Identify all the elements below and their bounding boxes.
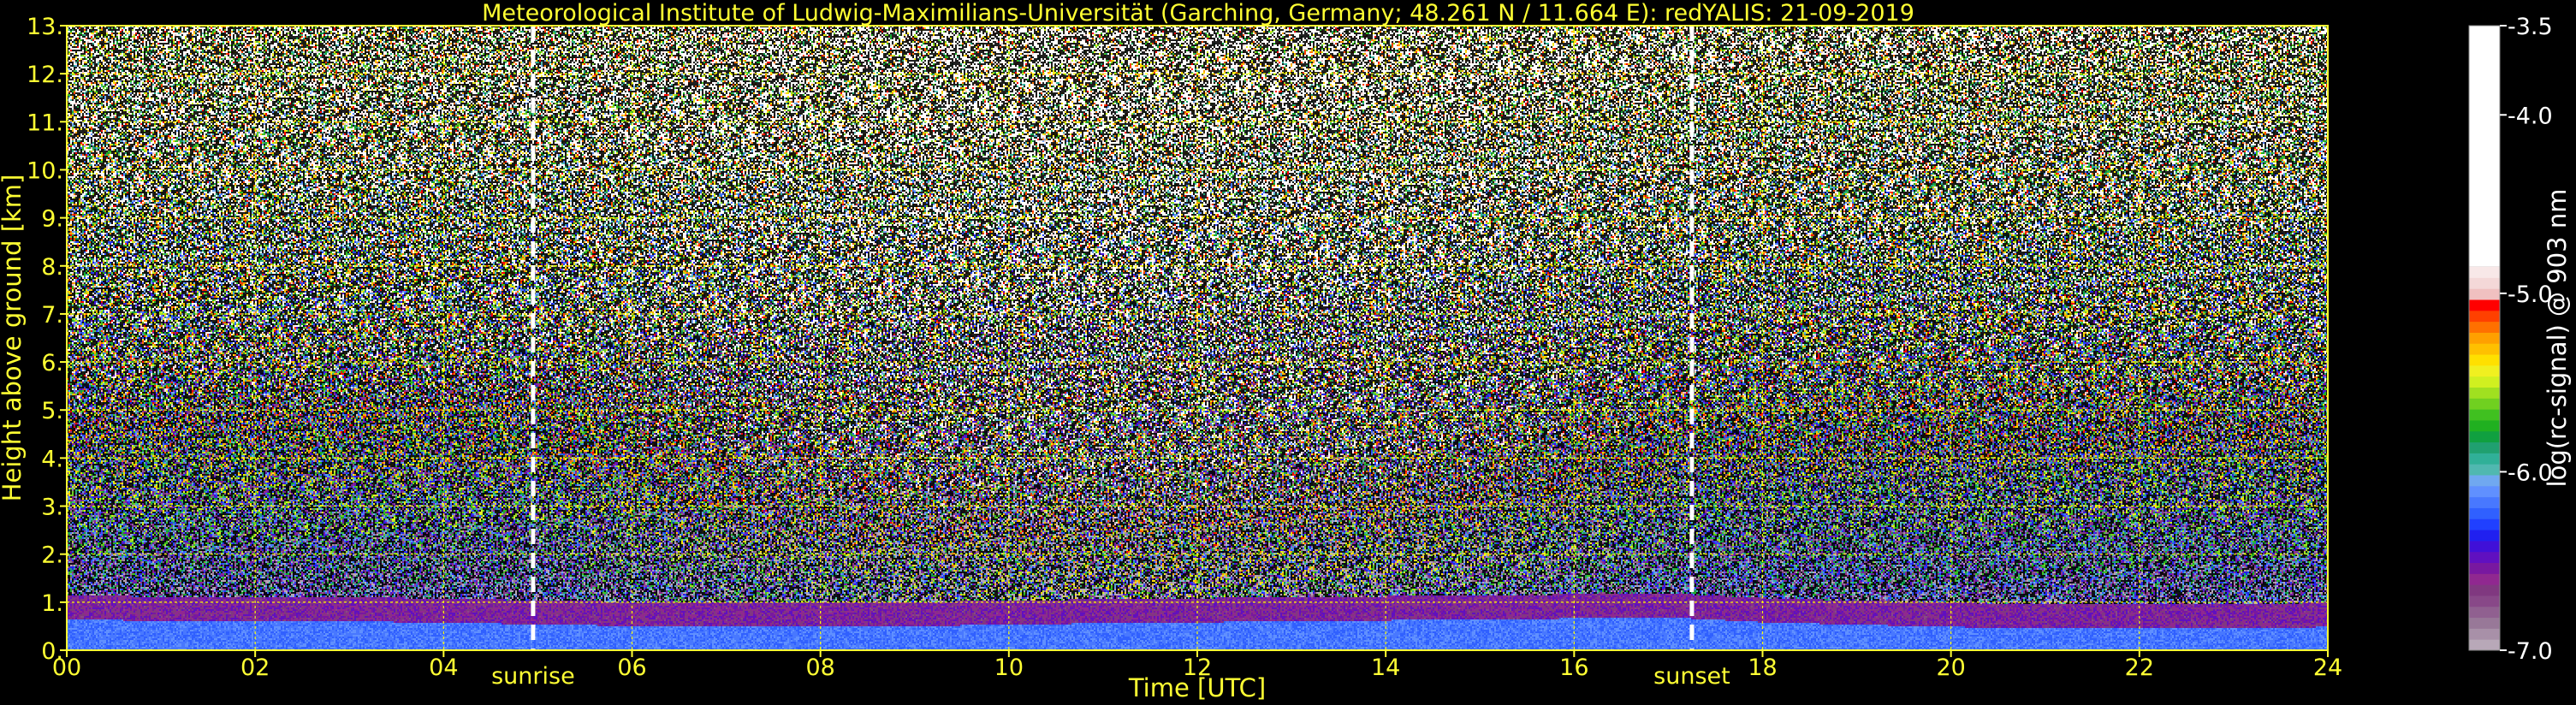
x-axis-label: Time [UTC] [1128,673,1266,702]
colorbar-band [2469,398,2500,410]
colorbar-band [2469,343,2500,355]
y-tick-label: 5. [41,398,63,424]
chart-title: Meteorological Institute of Ludwig-Maxim… [482,0,1914,27]
colorbar-band [2469,530,2500,542]
x-tick-label: 06 [617,655,646,681]
y-tick-label: 4. [41,446,63,472]
colorbar-tick-label: -3.5 [2508,14,2553,40]
colorbar-tick-label: -7.0 [2508,638,2553,665]
colorbar: -3.5-4.0-5.0-6.0-7.0 [2468,14,2553,665]
x-tick-label: 08 [805,655,834,681]
colorbar-band [2469,299,2500,311]
x-tick-label: 24 [2313,655,2342,681]
colorbar-band [2469,266,2500,278]
colorbar-band [2469,639,2500,651]
y-tick-label: 11. [27,110,63,136]
y-tick-label: 2. [41,542,63,569]
y-tick-label: 0. [41,638,63,665]
x-tick-label: 02 [240,655,270,681]
x-tick-label: 14 [1371,655,1400,681]
y-axis-label: Height above ground [km] [0,175,27,502]
colorbar-band [2469,475,2500,487]
colorbar-band [2469,573,2500,585]
y-tick-label: 8. [41,254,63,281]
y-tick-label: 7. [41,302,63,329]
lidar-quicklook-chart: Meteorological Institute of Ludwig-Maxim… [0,0,2572,702]
x-tick-label: 20 [1936,655,1965,681]
colorbar-band [2469,387,2500,399]
sun-marker-label: sunrise [491,663,575,690]
x-tick-label: 18 [1748,655,1777,681]
y-tick-label: 1. [41,590,63,617]
y-tick-label: 6. [41,350,63,376]
x-tick-label: 22 [2125,655,2154,681]
colorbar-band [2469,485,2500,498]
colorbar-band [2469,277,2500,289]
colorbar-band [2469,332,2500,344]
y-tick-label: 9. [41,206,63,233]
colorbar-label: log(rc-signal) @ 903 nm [2543,189,2572,488]
plot-area: sunrise sunset [66,25,2329,690]
x-tick-label: 04 [429,655,458,681]
colorbar-band [2469,595,2500,607]
colorbar-band [2469,540,2500,553]
colorbar-band [2469,441,2500,453]
colorbar-band [2469,453,2500,465]
y-tick-label: 12. [27,62,63,88]
colorbar-band [2469,288,2500,300]
colorbar-band [2469,617,2500,629]
colorbar-band [2469,310,2500,323]
colorbar-band [2469,430,2500,443]
y-tick-label: 3. [41,495,63,521]
sun-marker-label: sunset [1653,663,1730,690]
colorbar-band [2469,321,2500,333]
colorbar-band [2469,562,2500,574]
colorbar-tick-label: -4.0 [2508,103,2553,129]
colorbar-band [2469,518,2500,530]
colorbar-band [2469,354,2500,366]
colorbar-band [2469,628,2500,640]
colorbar-band [2469,26,2500,267]
y-tick-label: 10. [27,157,63,184]
colorbar-band [2469,419,2500,432]
colorbar-band [2469,496,2500,508]
colorbar-band [2469,507,2500,519]
x-tick-label: 10 [994,655,1024,681]
colorbar-band [2469,606,2500,619]
colorbar-band [2469,376,2500,388]
x-tick-label: 16 [1559,655,1588,681]
colorbar-band [2469,584,2500,596]
colorbar-band [2469,464,2500,476]
colorbar-band [2469,409,2500,421]
y-axis: 0. 1. 2. 3. 4. 5. 6. 7. 8. 9. 10. 11. 12. 13. [27,14,67,665]
y-tick-label: 13. [27,14,63,40]
colorbar-band [2469,364,2500,377]
colorbar-band [2469,551,2500,564]
